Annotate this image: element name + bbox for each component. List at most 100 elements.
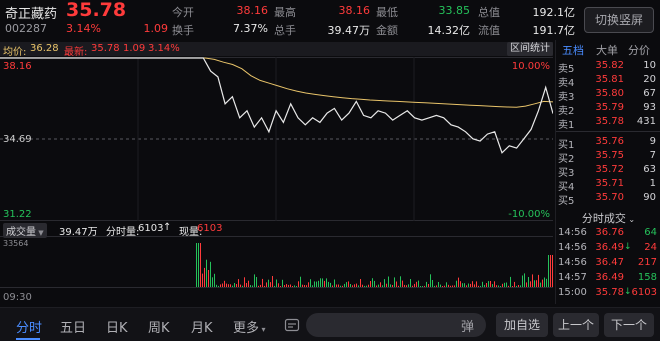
tick-row: 15:00 35.78 ↓ 6103 — [556, 287, 660, 301]
tab-five-day[interactable]: 五日 — [60, 317, 86, 336]
volume-bar — [390, 284, 391, 287]
volume-bar — [410, 279, 411, 287]
add-watchlist-button[interactable]: 加自选 — [496, 313, 548, 337]
volume-bar — [290, 284, 291, 287]
volume-bar — [338, 284, 339, 287]
level-label: 卖2 — [558, 106, 575, 117]
volume-bar — [238, 279, 239, 287]
volume-chart[interactable]: 33564 09:30 — [0, 236, 553, 304]
volume-bar — [328, 281, 329, 287]
bullet-comment-icon[interactable]: 弹 — [461, 316, 474, 335]
volume-bar — [454, 285, 455, 287]
volume-bar — [376, 285, 377, 287]
volume-bar — [210, 261, 211, 287]
volume-bar — [220, 284, 221, 287]
level-price: 35.80 — [595, 88, 624, 99]
switch-orientation-button[interactable]: 切换竖屏 — [584, 7, 654, 33]
volume-bar — [258, 285, 259, 287]
volume-bar — [198, 243, 199, 287]
volume-bar — [214, 273, 215, 287]
tab-price-distribution[interactable]: 分价 — [628, 42, 650, 58]
stock-change: 1.09 — [143, 22, 169, 35]
volume-bar — [266, 282, 267, 287]
volume-bar — [276, 279, 277, 287]
volume-bar — [492, 284, 493, 287]
volume-bar — [358, 285, 359, 287]
edit-note-icon[interactable] — [284, 317, 300, 333]
tab-weekly-k[interactable]: 周K — [148, 317, 170, 336]
low-label: 最低 — [376, 6, 398, 19]
volume-bar — [460, 281, 461, 287]
turnover-value: 7.37% — [233, 22, 268, 35]
level-volume: 9 — [649, 136, 656, 147]
tab-five-levels[interactable]: 五档 — [562, 42, 584, 58]
volume-bar — [500, 286, 501, 287]
comment-input[interactable] — [306, 313, 486, 337]
tab-big-orders[interactable]: 大单 — [596, 42, 618, 58]
volume-bar — [476, 281, 477, 287]
volume-bar — [352, 285, 353, 287]
tab-monthly-k[interactable]: 月K — [191, 317, 213, 336]
volume-bar — [394, 277, 395, 287]
volume-bar — [278, 283, 279, 287]
level-label: 买2 — [558, 154, 575, 165]
high-value: 38.16 — [338, 4, 371, 17]
volume-bar — [312, 285, 313, 287]
volume-bar — [504, 282, 505, 287]
volume-bar — [412, 285, 413, 287]
ticks-title[interactable]: 分时成交 ⌄ — [556, 210, 660, 226]
volume-bar — [302, 284, 303, 287]
volume-bar — [544, 277, 545, 287]
level-volume: 67 — [643, 88, 656, 99]
tick-time: 14:56 — [558, 257, 587, 268]
level-label: 卖3 — [558, 92, 575, 103]
volume-bar — [274, 285, 275, 287]
arrow-up-icon: ↑ — [163, 222, 172, 233]
open-value: 38.16 — [236, 4, 269, 17]
volume-bar — [374, 280, 375, 287]
stock-name: 奇正藏药 — [5, 7, 58, 22]
volume-bar — [524, 273, 525, 287]
volume-bar — [208, 270, 209, 287]
stock-price: 35.78 — [66, 0, 127, 21]
chevron-down-icon: ⌄ — [625, 215, 636, 224]
volume-bar — [340, 285, 341, 287]
tick-volume: 217 — [637, 257, 657, 268]
tick-row: 14:57 36.49 158 — [556, 272, 660, 286]
level-price: 35.79 — [595, 102, 624, 113]
volume-bar — [482, 281, 483, 287]
tick-volume: 24 — [644, 242, 657, 253]
avg-value: 36.28 — [30, 43, 59, 54]
tab-daily-k[interactable]: 日K — [106, 317, 128, 336]
next-stock-button[interactable]: 下一个 — [604, 313, 654, 337]
volume-bar — [248, 280, 249, 287]
tick-volume: 158 — [637, 272, 657, 283]
tab-more[interactable]: 更多 ▾ — [233, 317, 266, 336]
level-volume: 93 — [643, 102, 656, 113]
volume-bar — [264, 285, 265, 287]
volume-bar — [530, 281, 531, 287]
volume-bar — [444, 285, 445, 287]
volume-bar — [332, 285, 333, 287]
level-volume: 10 — [643, 60, 656, 71]
volume-bar — [480, 285, 481, 287]
prev-stock-button[interactable]: 上一个 — [553, 313, 599, 337]
range-stats-button[interactable]: 区间统计 — [507, 42, 553, 56]
volume-bar — [506, 282, 507, 287]
volume-bar — [514, 281, 515, 287]
volume-bar — [368, 284, 369, 287]
volume-bar — [226, 283, 227, 287]
volume-bar — [216, 284, 217, 287]
tick-volume: 64 — [644, 227, 657, 238]
volume-bar — [548, 255, 549, 287]
volume-bar — [200, 243, 201, 287]
level-label: 买3 — [558, 168, 575, 179]
volume-bar — [316, 281, 317, 287]
volume-bar — [528, 277, 529, 287]
tab-intraday[interactable]: 分时 — [16, 317, 42, 336]
volume-bar — [446, 282, 447, 287]
volume-bar — [262, 278, 263, 287]
volume-bar — [450, 285, 451, 287]
price-chart[interactable]: 38.16 34.69 31.22 10.00% -10.00% — [0, 57, 553, 221]
level-label: 卖4 — [558, 78, 575, 89]
